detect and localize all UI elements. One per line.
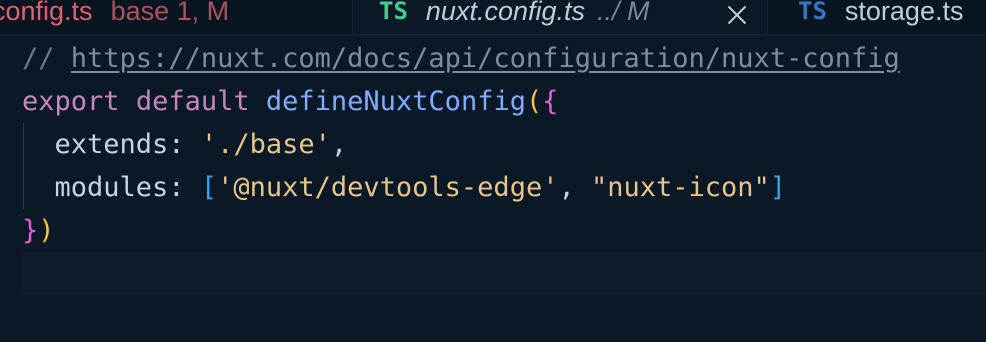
keyword-token: default <box>135 86 250 117</box>
paren-token: ( <box>525 86 543 117</box>
punctuation-token: , <box>558 172 591 203</box>
brace-token: { <box>542 86 559 117</box>
function-token: defineNuxtConfig <box>265 86 526 117</box>
indent-token <box>22 172 55 203</box>
typescript-file-icon: TS <box>798 0 827 25</box>
bracket-token: ] <box>769 172 787 203</box>
current-line-highlight <box>22 252 986 295</box>
code-area[interactable]: // https://nuxt.com/docs/api/configurati… <box>0 35 986 342</box>
tab-storage[interactable]: TS storage.ts <box>798 0 963 34</box>
keyword-token: export <box>22 86 120 117</box>
tab-nuxt-config-active[interactable]: TS nuxt.config.ts ../ M <box>352 0 768 34</box>
comment-token: // <box>22 43 71 74</box>
code-line[interactable]: modules: ['@nuxt/devtools-edge', "nuxt-i… <box>22 166 787 209</box>
string-token: '@nuxt/devtools-edge' <box>217 172 559 203</box>
paren-token: ) <box>38 215 55 246</box>
punctuation-token: , <box>330 129 348 160</box>
string-token: "nuxt-icon" <box>590 172 770 203</box>
property-token: extends: <box>54 129 201 160</box>
tab-label: storage.ts <box>844 0 964 26</box>
code-line[interactable]: }) <box>22 209 55 252</box>
tab-config[interactable]: config.ts base 1, M <box>0 0 229 34</box>
typescript-file-icon: TS <box>379 0 408 25</box>
code-line[interactable]: extends: './base', <box>22 123 348 166</box>
editor-tab-bar: config.ts base 1, M TS nuxt.config.ts ..… <box>0 0 986 35</box>
code-editor-window: config.ts base 1, M TS nuxt.config.ts ..… <box>0 0 986 342</box>
tab-label: nuxt.config.ts <box>425 0 585 26</box>
code-line[interactable]: // https://nuxt.com/docs/api/configurati… <box>22 37 900 80</box>
comment-link[interactable]: https://nuxt.com/docs/api/configuration/… <box>71 43 900 74</box>
bracket-token: [ <box>200 172 218 203</box>
brace-token: } <box>22 215 39 246</box>
tab-label: config.ts <box>0 0 93 26</box>
string-token: './base' <box>200 129 331 160</box>
code-line[interactable]: export default defineNuxtConfig({ <box>22 80 559 123</box>
tab-status: base 1, M <box>110 0 230 26</box>
close-icon[interactable] <box>727 5 747 25</box>
property-token: modules: <box>54 172 201 203</box>
indent-token <box>22 129 55 160</box>
tab-status: ../ M <box>597 0 650 26</box>
